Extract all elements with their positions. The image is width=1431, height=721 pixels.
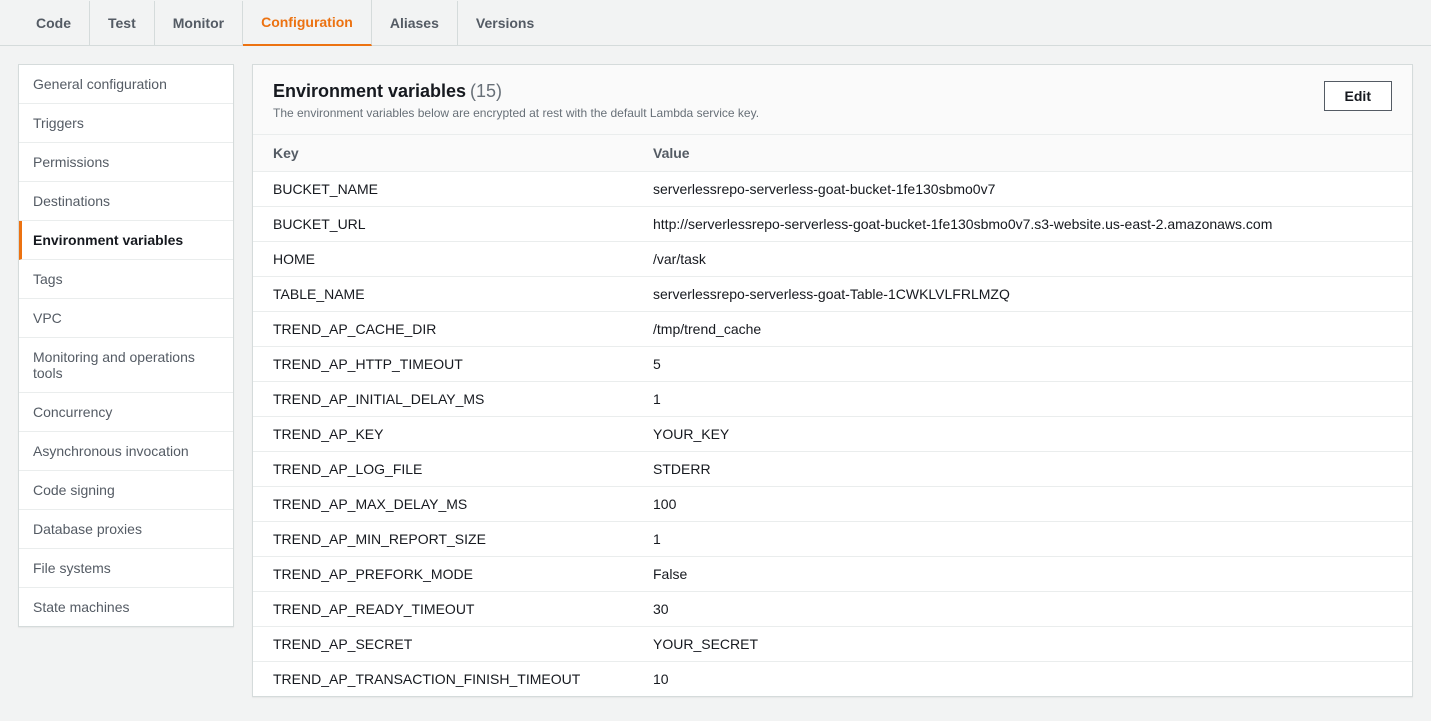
- sidebar-item-database-proxies[interactable]: Database proxies: [19, 510, 233, 549]
- env-key: TREND_AP_TRANSACTION_FINISH_TIMEOUT: [273, 671, 653, 687]
- env-value: /tmp/trend_cache: [653, 321, 1392, 337]
- tab-code[interactable]: Code: [18, 1, 90, 45]
- env-key: TABLE_NAME: [273, 286, 653, 302]
- sidebar-item-general-configuration[interactable]: General configuration: [19, 65, 233, 104]
- config-sidebar: General configurationTriggersPermissions…: [18, 64, 234, 627]
- table-row: HOME/var/task: [253, 242, 1412, 277]
- sidebar-item-state-machines[interactable]: State machines: [19, 588, 233, 626]
- table-row: TREND_AP_CACHE_DIR/tmp/trend_cache: [253, 312, 1412, 347]
- table-row: TREND_AP_LOG_FILESTDERR: [253, 452, 1412, 487]
- table-row: BUCKET_URLhttp://serverlessrepo-serverle…: [253, 207, 1412, 242]
- panel-header: Environment variables (15) The environme…: [253, 65, 1412, 135]
- column-header-value: Value: [653, 145, 1392, 161]
- sidebar-item-asynchronous-invocation[interactable]: Asynchronous invocation: [19, 432, 233, 471]
- env-key: TREND_AP_MIN_REPORT_SIZE: [273, 531, 653, 547]
- env-value: http://serverlessrepo-serverless-goat-bu…: [653, 216, 1392, 232]
- table-row: TREND_AP_SECRETYOUR_SECRET: [253, 627, 1412, 662]
- table-row: BUCKET_NAMEserverlessrepo-serverless-goa…: [253, 172, 1412, 207]
- sidebar-item-permissions[interactable]: Permissions: [19, 143, 233, 182]
- table-body: BUCKET_NAMEserverlessrepo-serverless-goa…: [253, 172, 1412, 696]
- tab-versions[interactable]: Versions: [458, 1, 552, 45]
- column-header-key: Key: [273, 145, 653, 161]
- table-row: TREND_AP_MAX_DELAY_MS100: [253, 487, 1412, 522]
- env-value: serverlessrepo-serverless-goat-bucket-1f…: [653, 181, 1392, 197]
- panel-description: The environment variables below are encr…: [273, 106, 759, 120]
- env-value: 100: [653, 496, 1392, 512]
- env-key: TREND_AP_INITIAL_DELAY_MS: [273, 391, 653, 407]
- table-row: TREND_AP_PREFORK_MODEFalse: [253, 557, 1412, 592]
- tab-test[interactable]: Test: [90, 1, 155, 45]
- env-value: serverlessrepo-serverless-goat-Table-1CW…: [653, 286, 1392, 302]
- env-key: TREND_AP_READY_TIMEOUT: [273, 601, 653, 617]
- sidebar-item-environment-variables[interactable]: Environment variables: [19, 221, 233, 260]
- main-layout: General configurationTriggersPermissions…: [0, 46, 1431, 715]
- env-key: TREND_AP_SECRET: [273, 636, 653, 652]
- sidebar-item-file-systems[interactable]: File systems: [19, 549, 233, 588]
- table-row: TREND_AP_READY_TIMEOUT30: [253, 592, 1412, 627]
- env-value: 10: [653, 671, 1392, 687]
- env-vars-panel: Environment variables (15) The environme…: [252, 64, 1413, 697]
- env-value: /var/task: [653, 251, 1392, 267]
- env-value: YOUR_KEY: [653, 426, 1392, 442]
- tab-bar: CodeTestMonitorConfigurationAliasesVersi…: [0, 0, 1431, 46]
- table-row: TABLE_NAMEserverlessrepo-serverless-goat…: [253, 277, 1412, 312]
- sidebar-item-tags[interactable]: Tags: [19, 260, 233, 299]
- env-key: HOME: [273, 251, 653, 267]
- table-header: Key Value: [253, 135, 1412, 172]
- env-value: 5: [653, 356, 1392, 372]
- env-value: False: [653, 566, 1392, 582]
- env-key: TREND_AP_MAX_DELAY_MS: [273, 496, 653, 512]
- edit-button[interactable]: Edit: [1324, 81, 1392, 111]
- sidebar-item-triggers[interactable]: Triggers: [19, 104, 233, 143]
- env-key: BUCKET_NAME: [273, 181, 653, 197]
- env-value: 30: [653, 601, 1392, 617]
- tab-monitor[interactable]: Monitor: [155, 1, 243, 45]
- panel-title: Environment variables: [273, 81, 466, 101]
- env-value: STDERR: [653, 461, 1392, 477]
- table-row: TREND_AP_TRANSACTION_FINISH_TIMEOUT10: [253, 662, 1412, 696]
- env-key: TREND_AP_KEY: [273, 426, 653, 442]
- env-key: TREND_AP_CACHE_DIR: [273, 321, 653, 337]
- sidebar-item-destinations[interactable]: Destinations: [19, 182, 233, 221]
- env-key: BUCKET_URL: [273, 216, 653, 232]
- sidebar-item-monitoring-and-operations-tools[interactable]: Monitoring and operations tools: [19, 338, 233, 393]
- env-value: 1: [653, 391, 1392, 407]
- tab-aliases[interactable]: Aliases: [372, 1, 458, 45]
- panel-count: (15): [470, 81, 502, 101]
- env-value: YOUR_SECRET: [653, 636, 1392, 652]
- env-key: TREND_AP_HTTP_TIMEOUT: [273, 356, 653, 372]
- env-key: TREND_AP_PREFORK_MODE: [273, 566, 653, 582]
- table-row: TREND_AP_INITIAL_DELAY_MS1: [253, 382, 1412, 417]
- tab-configuration[interactable]: Configuration: [243, 0, 372, 46]
- sidebar-item-concurrency[interactable]: Concurrency: [19, 393, 233, 432]
- table-row: TREND_AP_HTTP_TIMEOUT5: [253, 347, 1412, 382]
- table-row: TREND_AP_KEYYOUR_KEY: [253, 417, 1412, 452]
- env-key: TREND_AP_LOG_FILE: [273, 461, 653, 477]
- sidebar-item-vpc[interactable]: VPC: [19, 299, 233, 338]
- env-value: 1: [653, 531, 1392, 547]
- sidebar-item-code-signing[interactable]: Code signing: [19, 471, 233, 510]
- table-row: TREND_AP_MIN_REPORT_SIZE1: [253, 522, 1412, 557]
